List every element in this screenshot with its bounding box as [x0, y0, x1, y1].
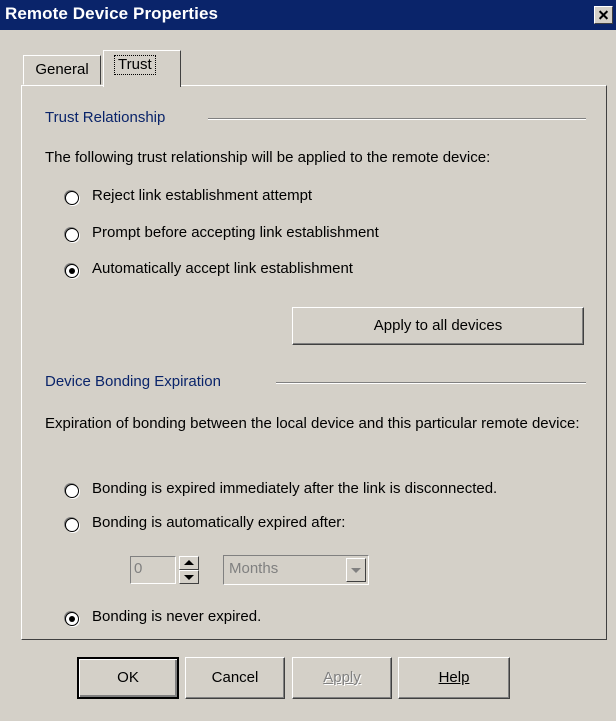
tab-trust[interactable]: Trust — [103, 50, 181, 87]
tab-general[interactable]: General — [23, 55, 101, 85]
radio-reject[interactable] — [65, 191, 79, 205]
help-button-label: Help — [438, 669, 470, 686]
bonding-description: Expiration of bonding between the local … — [45, 415, 580, 432]
radio-expire-on-disconnect[interactable] — [65, 484, 79, 498]
remote-device-properties-dialog: Remote Device Properties General Trust T… — [0, 0, 616, 721]
cancel-button[interactable]: Cancel — [185, 657, 285, 699]
radio-never-expire-label[interactable]: Bonding is never expired. — [92, 607, 261, 627]
radio-expire-on-disconnect-label[interactable]: Bonding is expired immediately after the… — [92, 479, 497, 499]
trust-tab-panel: Trust Relationship The following trust r… — [21, 85, 607, 640]
bonding-expiration-title: Device Bonding Expiration — [45, 373, 221, 390]
radio-expire-after-label[interactable]: Bonding is automatically expired after: — [92, 513, 345, 533]
group-divider — [276, 382, 586, 384]
title-bar[interactable]: Remote Device Properties — [0, 0, 616, 30]
expire-unit-select[interactable]: Months — [223, 555, 369, 585]
radio-never-expire[interactable] — [65, 612, 79, 626]
chevron-down-icon — [351, 568, 361, 573]
apply-to-all-devices-button[interactable]: Apply to all devices — [292, 307, 584, 345]
help-button[interactable]: Help — [398, 657, 510, 699]
expire-value-field[interactable]: 0 — [130, 556, 176, 584]
spin-down-button[interactable] — [179, 570, 199, 584]
ok-button[interactable]: OK — [77, 657, 179, 699]
trust-relationship-title: Trust Relationship — [45, 109, 166, 126]
dropdown-button[interactable] — [346, 558, 366, 582]
apply-button[interactable]: Apply — [292, 657, 392, 699]
close-icon[interactable] — [594, 6, 613, 24]
window-title: Remote Device Properties — [5, 4, 219, 23]
radio-expire-after[interactable] — [65, 518, 79, 532]
radio-prompt[interactable] — [65, 228, 79, 242]
apply-button-label: Apply — [323, 669, 361, 686]
arrow-down-icon — [184, 575, 194, 580]
radio-reject-label[interactable]: Reject link establishment attempt — [92, 186, 312, 206]
group-divider — [208, 118, 586, 120]
radio-auto-accept-label[interactable]: Automatically accept link establishment — [92, 259, 353, 279]
spin-up-button[interactable] — [179, 556, 199, 570]
expire-unit-value: Months — [229, 560, 279, 577]
tab-trust-label: Trust — [114, 55, 156, 75]
trust-description: The following trust relationship will be… — [45, 149, 491, 166]
arrow-up-icon — [184, 560, 194, 565]
radio-prompt-label[interactable]: Prompt before accepting link establishme… — [92, 223, 379, 243]
radio-auto-accept[interactable] — [65, 264, 79, 278]
